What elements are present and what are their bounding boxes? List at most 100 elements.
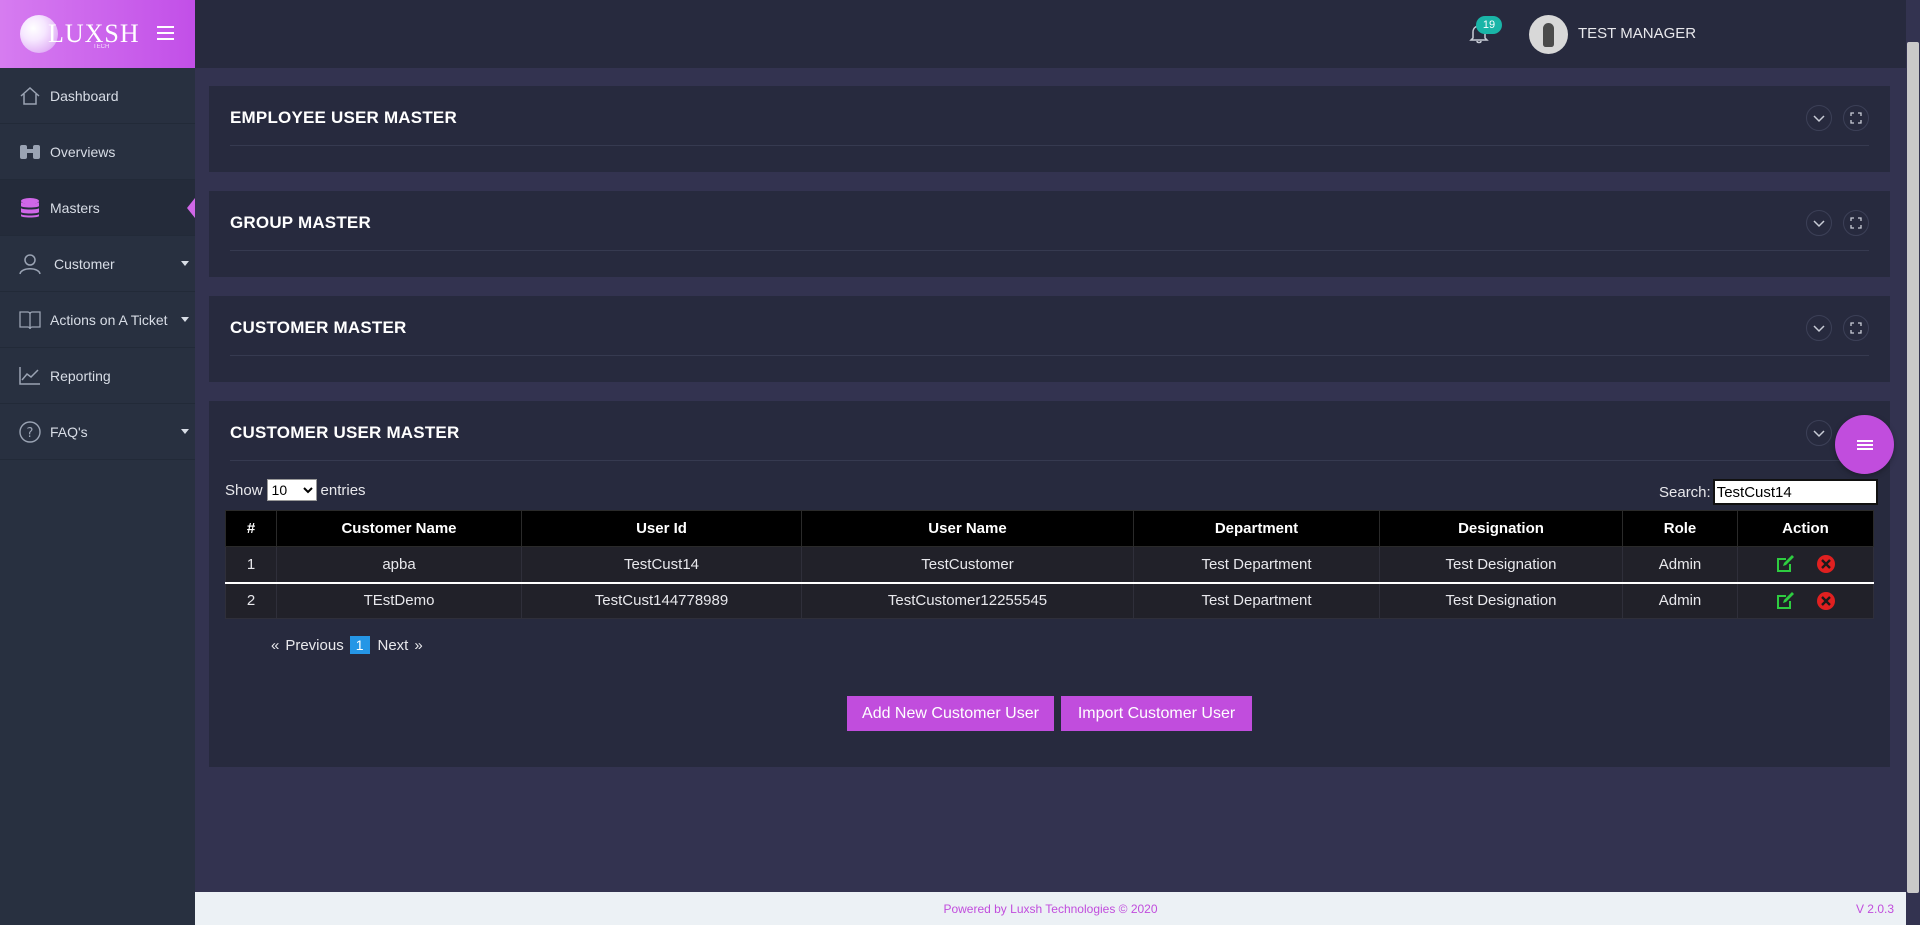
previous-button[interactable]: Previous	[285, 637, 343, 654]
scrollbar-thumb[interactable]	[1907, 42, 1919, 893]
sidebar-item-label: Actions on A Ticket	[50, 311, 168, 328]
chevron-down-icon	[1813, 325, 1825, 333]
add-new-customer-user-button[interactable]: Add New Customer User	[847, 696, 1054, 731]
user-icon	[18, 252, 42, 276]
column-header[interactable]: Role	[1622, 510, 1738, 547]
active-indicator	[187, 198, 195, 218]
fullscreen-button[interactable]	[1843, 315, 1869, 341]
sidebar-item-label: Overviews	[50, 143, 116, 160]
expand-icon	[1850, 217, 1862, 229]
fullscreen-button[interactable]	[1843, 105, 1869, 131]
cell-customer-name: TEstDemo	[276, 581, 522, 619]
cell-action	[1737, 581, 1874, 619]
chevron-down-icon	[1813, 115, 1825, 123]
panel-title: CUSTOMER MASTER	[230, 318, 407, 337]
scrollbar[interactable]	[1906, 0, 1920, 893]
collapse-button[interactable]	[1806, 210, 1832, 236]
sidebar-item-faqs[interactable]: ? FAQ's	[0, 404, 195, 460]
sidebar-item-label: Customer	[54, 255, 115, 272]
cell-role: Admin	[1622, 581, 1738, 619]
chevron-down-icon	[181, 429, 189, 434]
collapse-button[interactable]	[1806, 315, 1832, 341]
binoculars-icon	[18, 140, 42, 164]
panel-title: GROUP MASTER	[230, 213, 371, 232]
panel-customer-master: CUSTOMER MASTER	[209, 296, 1890, 382]
column-header[interactable]: Customer Name	[276, 510, 522, 547]
divider	[230, 355, 1869, 356]
cell-user-name: TestCustomer	[801, 546, 1134, 583]
collapse-button[interactable]	[1806, 420, 1832, 446]
import-customer-user-button[interactable]: Import Customer User	[1061, 696, 1252, 731]
sidebar-item-label: Masters	[50, 199, 100, 216]
column-header[interactable]: #	[225, 510, 277, 547]
column-header[interactable]: User Name	[801, 510, 1134, 547]
database-icon	[18, 196, 42, 220]
page-1-button[interactable]: 1	[349, 636, 370, 654]
brand-sub: TECH	[93, 44, 110, 50]
sidebar: LUXSH TECH Dashboard Overviews Masters C…	[0, 0, 195, 925]
sidebar-item-overviews[interactable]: Overviews	[0, 124, 195, 180]
prev-arrow[interactable]: «	[271, 637, 279, 654]
column-header[interactable]: Designation	[1379, 510, 1623, 547]
panel-title: EMPLOYEE USER MASTER	[230, 108, 457, 127]
show-label: Show	[225, 481, 263, 499]
avatar[interactable]	[1529, 15, 1568, 54]
sidebar-item-masters[interactable]: Masters	[0, 180, 195, 236]
cell-index: 2	[225, 581, 277, 619]
panel-employee-user-master: EMPLOYEE USER MASTER	[209, 86, 1890, 172]
version-label: V 2.0.3	[1855, 902, 1894, 916]
edit-icon[interactable]	[1774, 553, 1796, 575]
sidebar-item-reporting[interactable]: Reporting	[0, 348, 195, 404]
edit-icon[interactable]	[1774, 590, 1796, 612]
table-header-row: # Customer Name User Id User Name Depart…	[225, 510, 1874, 547]
panel-title: CUSTOMER USER MASTER	[230, 423, 460, 442]
column-header[interactable]: Department	[1133, 510, 1380, 547]
sidebar-item-dashboard[interactable]: Dashboard	[0, 68, 195, 124]
cell-department: Test Department	[1133, 546, 1380, 583]
cell-user-id: TestCust14	[521, 546, 802, 583]
cell-index: 1	[225, 546, 277, 583]
pagination: « Previous 1 Next »	[271, 636, 429, 654]
menu-icon	[1856, 438, 1873, 452]
home-icon	[18, 84, 42, 108]
page-size-control: Show 10 entries	[225, 479, 366, 501]
next-button[interactable]: Next	[378, 637, 409, 654]
column-header[interactable]: User Id	[521, 510, 802, 547]
next-arrow[interactable]: »	[414, 637, 422, 654]
chart-line-icon	[18, 364, 42, 388]
cell-designation: Test Designation	[1379, 581, 1623, 619]
chevron-down-icon	[1813, 220, 1825, 228]
delete-icon[interactable]	[1815, 590, 1837, 612]
search-control: Search:	[1659, 479, 1878, 505]
cell-designation: Test Designation	[1379, 546, 1623, 583]
sidebar-item-label: Reporting	[50, 367, 111, 384]
chevron-down-icon	[181, 261, 189, 266]
column-header: Action	[1737, 510, 1874, 547]
sidebar-item-actions-on-a-ticket[interactable]: Actions on A Ticket	[0, 292, 195, 348]
footer: Powered by Luxsh Technologies © 2020 V 2…	[195, 892, 1906, 925]
sidebar-item-customer[interactable]: Customer	[0, 236, 195, 292]
notification-badge: 19	[1476, 16, 1502, 34]
collapse-button[interactable]	[1806, 105, 1832, 131]
page-size-select[interactable]: 10	[266, 479, 317, 501]
panel-group-master: GROUP MASTER	[209, 191, 1890, 277]
footer-text: Powered by Luxsh Technologies © 2020	[943, 902, 1158, 916]
divider	[230, 250, 1869, 251]
book-icon	[18, 308, 42, 332]
floating-menu-button[interactable]	[1835, 415, 1894, 474]
menu-toggle-icon[interactable]	[157, 26, 174, 40]
table-row: 2 TEstDemo TestCust144778989 TestCustome…	[225, 581, 1874, 619]
chevron-down-icon	[181, 317, 189, 322]
user-name[interactable]: TEST MANAGER	[1578, 25, 1696, 42]
cell-department: Test Department	[1133, 581, 1380, 619]
table-row: 1 apba TestCust14 TestCustomer Test Depa…	[225, 546, 1874, 583]
delete-icon[interactable]	[1815, 553, 1837, 575]
cell-customer-name: apba	[276, 546, 522, 583]
expand-icon	[1850, 112, 1862, 124]
sidebar-item-label: FAQ's	[50, 423, 88, 440]
fullscreen-button[interactable]	[1843, 210, 1869, 236]
sidebar-item-label: Dashboard	[50, 87, 119, 104]
divider	[230, 460, 1869, 461]
search-input[interactable]	[1712, 479, 1878, 505]
chevron-down-icon	[1813, 430, 1825, 438]
